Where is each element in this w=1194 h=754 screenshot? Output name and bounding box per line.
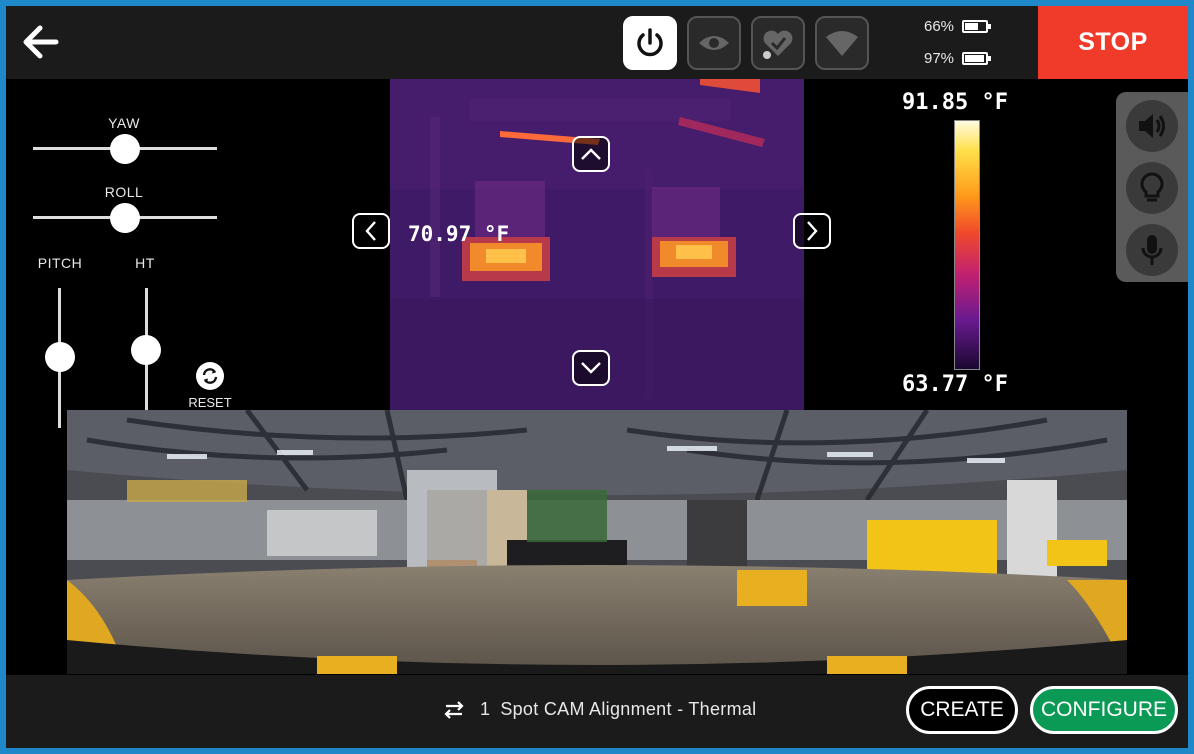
tilt-down-button[interactable] — [572, 350, 610, 386]
refresh-icon — [196, 362, 224, 390]
battery-status-1: 66% — [924, 18, 992, 35]
temperature-scale-min: 63.77 °F — [902, 372, 1008, 397]
lightbulb-icon — [1140, 172, 1164, 202]
tilt-up-button[interactable] — [572, 136, 610, 172]
pitch-slider-handle[interactable] — [45, 342, 75, 372]
chevron-left-icon — [365, 221, 376, 241]
eye-icon — [699, 36, 729, 50]
battery-icon — [962, 52, 992, 65]
top-bar: 66% 97% STOP — [6, 6, 1188, 79]
pitch-label: PITCH — [37, 255, 83, 271]
power-icon — [637, 28, 663, 57]
wifi-button[interactable] — [815, 16, 869, 70]
stop-button[interactable]: STOP — [1038, 6, 1188, 79]
audio-light-panel — [1116, 92, 1188, 282]
swap-arrows-icon — [444, 700, 464, 719]
chevron-up-icon — [581, 148, 601, 160]
arrow-left-icon — [23, 25, 59, 59]
reset-label: RESET — [188, 395, 232, 410]
pan-right-button[interactable] — [793, 213, 831, 249]
battery-level-2 — [965, 55, 985, 62]
mission-name: Spot CAM Alignment - Thermal — [500, 699, 757, 719]
roll-slider-handle[interactable] — [110, 203, 140, 233]
spot-temperature-readout: 70.97 °F — [408, 222, 510, 246]
health-button[interactable] — [751, 16, 805, 70]
bottom-bar: 1 Spot CAM Alignment - Thermal CREATE CO… — [6, 675, 1188, 748]
speaker-icon — [1139, 114, 1165, 138]
temperature-scale-max: 91.85 °F — [902, 90, 1008, 115]
light-button[interactable] — [1126, 162, 1178, 214]
spot-cam-screen: 66% 97% STOP YAW ROLL PITCH HT RESET 70.… — [6, 6, 1188, 748]
battery-status-2: 97% — [924, 50, 992, 67]
wifi-icon — [826, 31, 858, 56]
pan-left-button[interactable] — [352, 213, 390, 249]
temperature-color-scale — [954, 120, 980, 370]
chevron-right-icon — [807, 221, 818, 241]
height-label: HT — [135, 255, 155, 271]
panoramic-camera-view[interactable] — [67, 410, 1127, 674]
chevron-down-icon — [581, 362, 601, 374]
battery-icon — [962, 20, 992, 33]
panorama-image — [67, 410, 1127, 674]
yaw-label: YAW — [108, 115, 140, 131]
height-slider-handle[interactable] — [131, 335, 161, 365]
roll-label: ROLL — [104, 184, 144, 200]
heart-check-icon — [763, 30, 793, 59]
speaker-button[interactable] — [1126, 100, 1178, 152]
battery-level-1 — [965, 23, 979, 30]
create-button[interactable]: CREATE — [906, 686, 1018, 734]
yaw-slider-handle[interactable] — [110, 134, 140, 164]
mission-selector[interactable]: 1 Spot CAM Alignment - Thermal — [442, 699, 756, 720]
camera-view-button[interactable] — [687, 16, 741, 70]
battery-percent-1: 66% — [924, 18, 955, 35]
power-button[interactable] — [623, 16, 677, 70]
configure-button[interactable]: CONFIGURE — [1030, 686, 1178, 734]
back-button[interactable] — [18, 20, 62, 64]
microphone-icon — [1141, 235, 1163, 265]
mission-index: 1 — [480, 699, 491, 719]
battery-percent-2: 97% — [924, 50, 955, 67]
microphone-button[interactable] — [1126, 224, 1178, 276]
